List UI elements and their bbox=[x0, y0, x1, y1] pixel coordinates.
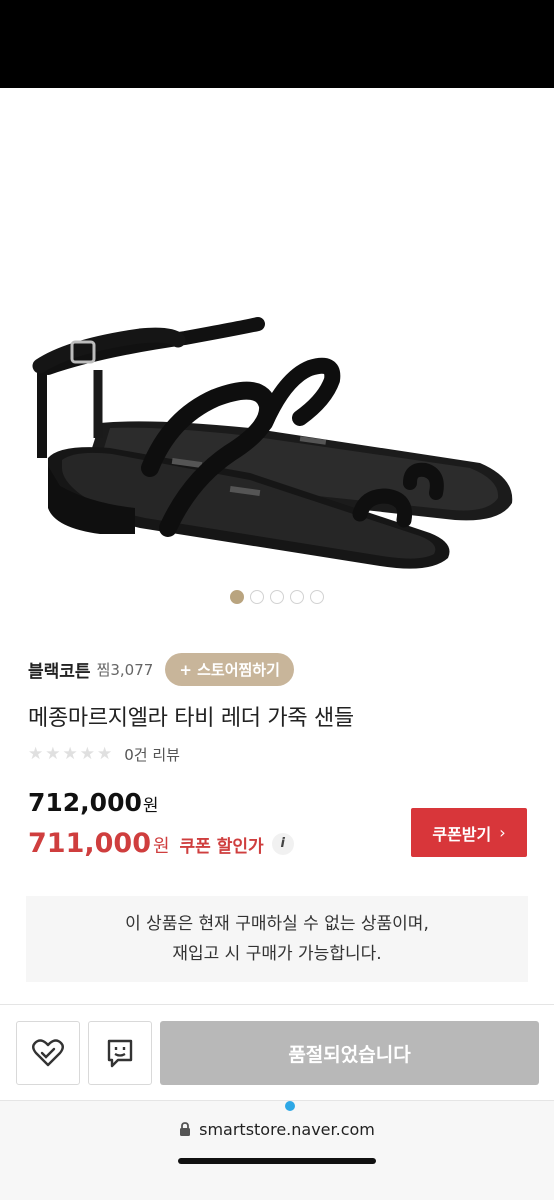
coupon-button-label: 쿠폰받기 bbox=[432, 824, 492, 844]
wish-button[interactable] bbox=[16, 1021, 80, 1085]
info-icon[interactable]: i bbox=[271, 832, 294, 855]
pagination-dot[interactable] bbox=[270, 590, 284, 604]
notice-line: 재입고 시 구매가 가능합니다. bbox=[172, 944, 382, 964]
talk-icon bbox=[107, 1039, 133, 1068]
notice-line: 이 상품은 현재 구매하실 수 없는 상품이며, bbox=[125, 914, 429, 934]
product-image[interactable] bbox=[0, 88, 554, 588]
sale-price-label: 쿠폰 할인가 bbox=[179, 837, 264, 857]
pagination-dot[interactable] bbox=[250, 590, 264, 604]
home-indicator[interactable] bbox=[178, 1158, 376, 1164]
product-page: 블랙코튼 찜3,077 + 스토어찜하기 메종마르지엘라 타비 레더 가죽 샌들… bbox=[0, 88, 554, 1200]
image-pagination bbox=[0, 590, 554, 604]
coupon-button[interactable]: 쿠폰받기 › bbox=[411, 808, 527, 857]
browser-bottom-bar bbox=[0, 1100, 554, 1200]
chevron-right-icon: › bbox=[499, 823, 506, 842]
original-price: 712,000 원 bbox=[28, 788, 159, 817]
status-bar bbox=[0, 0, 554, 88]
sale-price-value: 711,000 bbox=[28, 828, 151, 859]
soldout-notice: 이 상품은 현재 구매하실 수 없는 상품이며, 재입고 시 구매가 가능합니다… bbox=[26, 896, 528, 982]
sale-price: 711,000 원 쿠폰 할인가 i bbox=[28, 828, 294, 859]
star-icon: ★ bbox=[97, 744, 113, 764]
pagination-dot[interactable] bbox=[290, 590, 304, 604]
address-bar[interactable]: smartstore.naver.com bbox=[0, 1120, 554, 1139]
product-title: 메종마르지엘라 타비 레더 가죽 샌들 bbox=[28, 706, 354, 731]
pagination-dot[interactable] bbox=[310, 590, 324, 604]
url-text[interactable]: smartstore.naver.com bbox=[199, 1120, 375, 1139]
lock-icon bbox=[180, 1122, 191, 1136]
price-unit: 원 bbox=[142, 796, 159, 816]
star-icon: ★ bbox=[79, 744, 95, 764]
store-row: 블랙코튼 찜3,077 + 스토어찜하기 bbox=[28, 652, 294, 686]
talk-button[interactable] bbox=[88, 1021, 152, 1085]
star-icon: ★ bbox=[62, 744, 78, 764]
star-icon: ★ bbox=[28, 744, 44, 764]
loading-indicator bbox=[285, 1101, 295, 1111]
store-zzim-count: 찜3,077 bbox=[96, 660, 154, 679]
rating-stars: ★ ★ ★ ★ ★ bbox=[28, 746, 112, 763]
rating-row: ★ ★ ★ ★ ★ 0건 리뷰 bbox=[28, 744, 180, 765]
soldout-button[interactable]: 품절되었습니다 bbox=[160, 1021, 539, 1085]
star-icon: ★ bbox=[45, 744, 61, 764]
store-follow-button[interactable]: + 스토어찜하기 bbox=[165, 652, 294, 686]
pagination-dot[interactable] bbox=[230, 590, 244, 604]
store-name[interactable]: 블랙코튼 bbox=[28, 657, 91, 682]
heart-check-icon bbox=[32, 1039, 64, 1067]
sale-price-unit: 원 bbox=[152, 836, 170, 857]
price-value: 712,000 bbox=[28, 788, 142, 817]
divider bbox=[0, 1004, 554, 1005]
review-count[interactable]: 0건 리뷰 bbox=[124, 744, 180, 765]
